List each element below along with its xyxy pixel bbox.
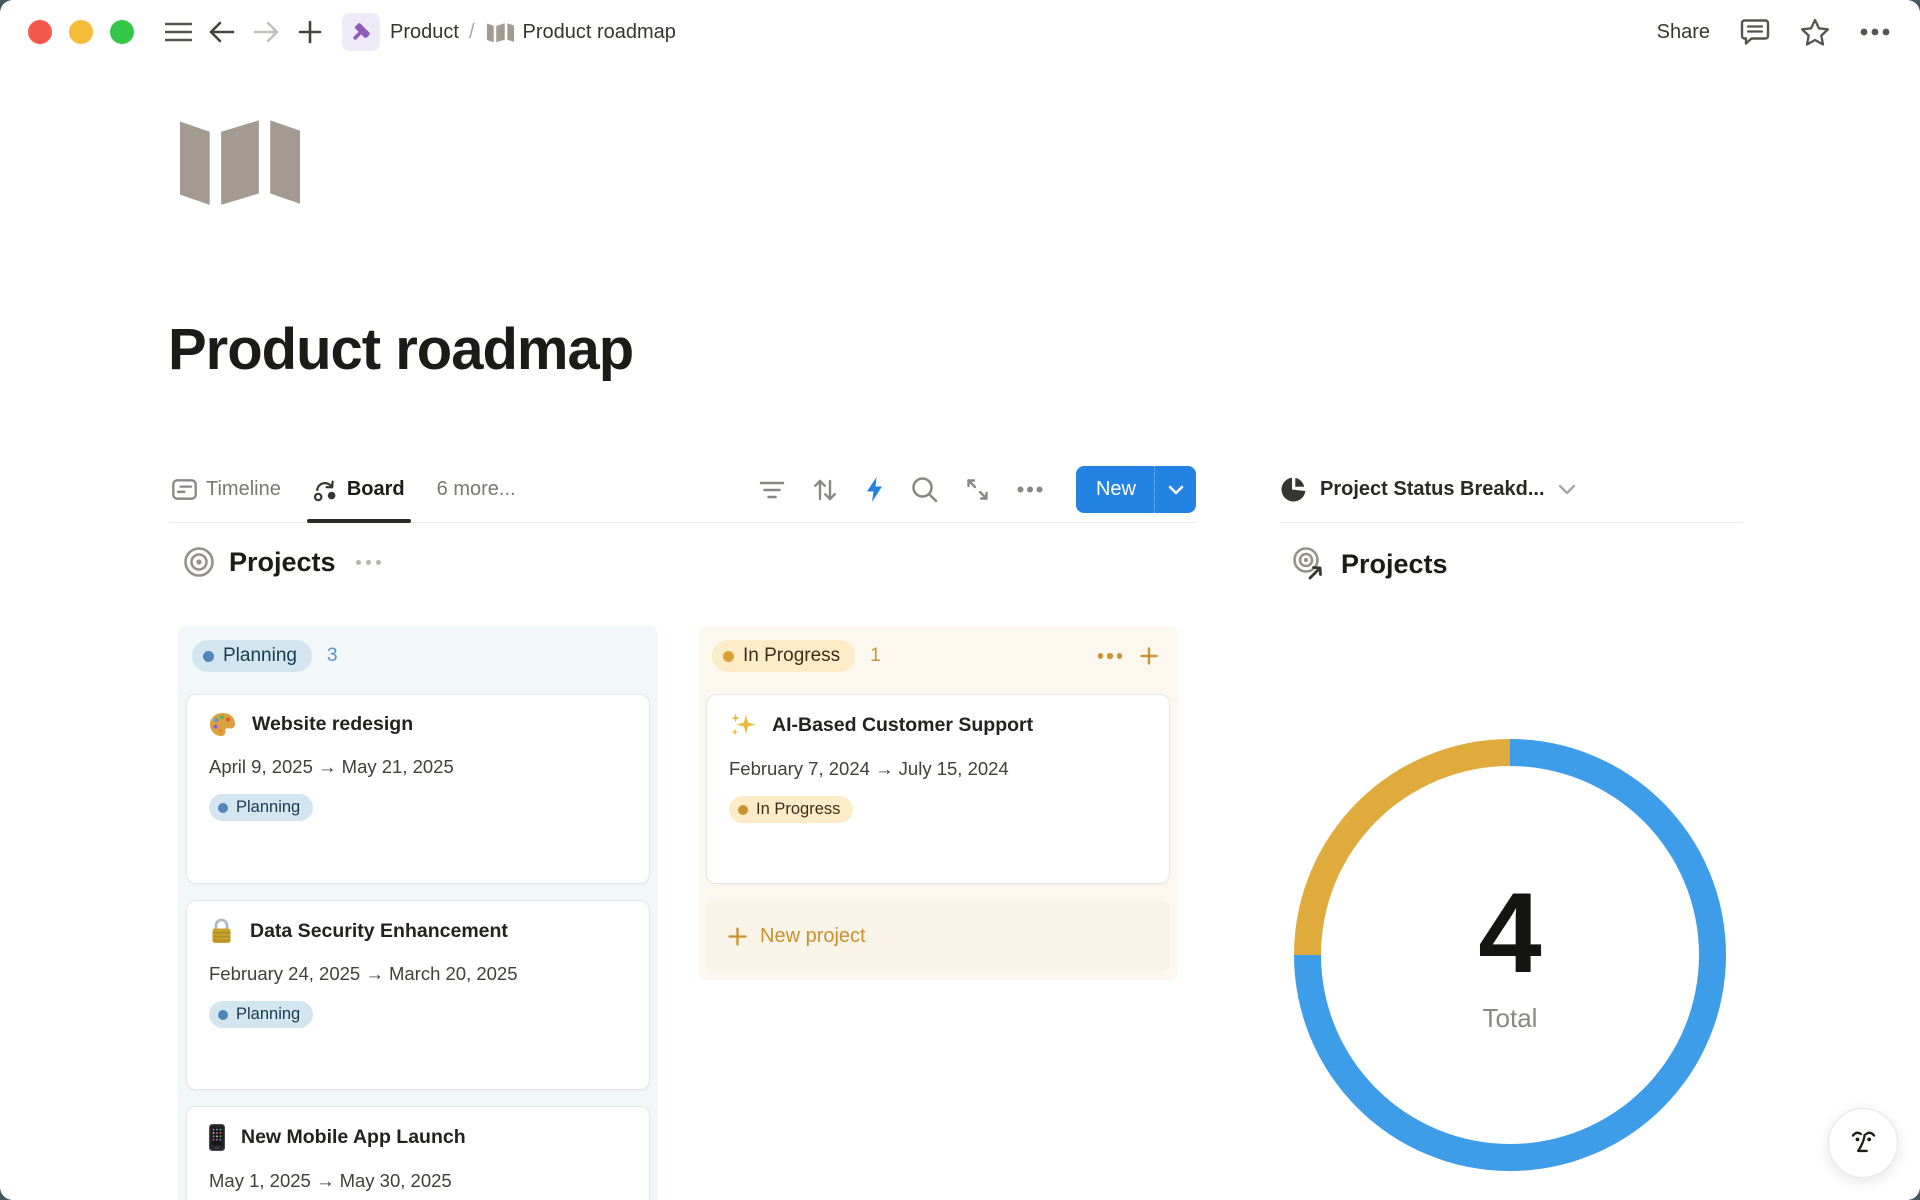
card-website-redesign[interactable]: Website redesign April 9, 2025 → May 21,… (186, 694, 650, 884)
product-workspace-icon[interactable] (342, 13, 380, 51)
status-pill-label: Planning (223, 645, 297, 667)
top-bar-actions: Share (1657, 18, 1890, 47)
zoom-window-button[interactable] (110, 20, 134, 44)
card-data-security[interactable]: Data Security Enhancement February 24, 2… (186, 900, 650, 1090)
status-breakdown-donut-chart[interactable]: 4 Total (1294, 739, 1726, 1171)
tab-timeline-label: Timeline (206, 478, 281, 501)
page-map-icon[interactable] (180, 118, 300, 205)
notion-ai-button[interactable] (1828, 1108, 1898, 1178)
view-options-icon[interactable] (1017, 486, 1043, 493)
minimize-window-button[interactable] (69, 20, 93, 44)
card-mobile-app[interactable]: New Mobile App Launch May 1, 2025 → May … (186, 1106, 650, 1200)
pie-chart-icon (1280, 476, 1307, 503)
new-project-label: New project (760, 925, 866, 948)
close-window-button[interactable] (28, 20, 52, 44)
new-button-chevron-icon[interactable] (1154, 466, 1196, 513)
card-dates: May 1, 2025 → May 30, 2025 (209, 1170, 627, 1192)
lock-icon (209, 918, 234, 944)
status-dot (203, 651, 214, 662)
back-icon[interactable] (204, 14, 240, 50)
mobile-phone-icon (209, 1124, 225, 1151)
menu-icon[interactable] (160, 14, 196, 50)
active-tab-underline (307, 519, 411, 523)
card-status-tag: In Progress (729, 796, 853, 823)
column-options-icon[interactable] (1098, 653, 1123, 659)
plus-icon (728, 927, 747, 946)
breadcrumb-separator: / (469, 21, 475, 44)
card-dates: April 9, 2025 → May 21, 2025 (209, 756, 627, 778)
card-title: Website redesign (252, 713, 413, 736)
map-icon (487, 22, 514, 43)
top-bar: Product / Product roadmap Share (0, 0, 1920, 64)
tab-more-views[interactable]: 6 more... (435, 457, 518, 522)
column-in-progress: In Progress 1 AI-Based Customer Support … (698, 626, 1178, 980)
status-dot (723, 651, 734, 662)
notion-window: Product / Product roadmap Share Product … (0, 0, 1920, 1200)
sparkles-icon (729, 712, 756, 739)
status-pill-label: In Progress (743, 645, 840, 667)
chevron-down-icon[interactable] (1558, 484, 1576, 495)
tab-timeline[interactable]: Timeline (170, 457, 283, 522)
card-status-tag: Planning (209, 794, 313, 821)
share-button[interactable]: Share (1657, 21, 1710, 44)
sort-icon[interactable] (812, 477, 838, 503)
view-tabs-row: Timeline Board 6 more... (170, 457, 1196, 523)
status-pill-planning[interactable]: Planning (192, 640, 312, 672)
tab-board-label: Board (347, 478, 405, 501)
forward-icon[interactable] (248, 14, 284, 50)
linked-target-icon (1291, 546, 1327, 582)
window-controls (28, 20, 134, 44)
page-title[interactable]: Product roadmap (168, 316, 633, 383)
chart-panel-header: Project Status Breakd... (1280, 457, 1742, 523)
chart-section-title[interactable]: Projects (1341, 549, 1448, 580)
board-section-title[interactable]: Projects (229, 547, 336, 578)
comments-icon[interactable] (1740, 18, 1770, 46)
card-title: AI-Based Customer Support (772, 714, 1033, 737)
new-project-button[interactable]: New project (706, 900, 1170, 972)
board-view-icon (313, 478, 338, 502)
tab-board[interactable]: Board (311, 457, 407, 522)
card-ai-support[interactable]: AI-Based Customer Support February 7, 20… (706, 694, 1170, 884)
automations-lightning-icon[interactable] (865, 476, 884, 503)
timeline-view-icon (172, 479, 197, 500)
column-count: 1 (870, 645, 881, 667)
board-section-heading: Projects (183, 546, 381, 578)
expand-icon[interactable] (965, 477, 990, 502)
palette-icon (209, 712, 236, 737)
view-toolbar: New (759, 466, 1196, 513)
card-title: Data Security Enhancement (250, 920, 508, 943)
column-in-progress-header: In Progress 1 (706, 634, 1170, 678)
column-planning-header: Planning 3 (186, 634, 650, 678)
new-tab-icon[interactable] (292, 14, 328, 50)
card-dates: February 24, 2025 → March 20, 2025 (209, 963, 627, 985)
card-title: New Mobile App Launch (241, 1126, 466, 1149)
status-pill-in-progress[interactable]: In Progress (712, 640, 855, 672)
more-options-icon[interactable] (1860, 28, 1890, 36)
ai-face-icon (1845, 1125, 1881, 1161)
column-add-icon[interactable] (1140, 647, 1158, 665)
filter-icon[interactable] (759, 481, 785, 499)
donut-total-label: Total (1483, 1003, 1538, 1034)
chart-section-heading: Projects (1291, 546, 1448, 582)
tab-more-label: 6 more... (437, 478, 516, 501)
new-button[interactable]: New (1076, 466, 1154, 513)
donut-center: 4 Total (1321, 766, 1699, 1144)
card-status-tag: Planning (209, 1001, 313, 1028)
target-icon (183, 546, 215, 578)
search-icon[interactable] (911, 476, 938, 503)
card-dates: February 7, 2024 → July 15, 2024 (729, 758, 1147, 780)
column-planning: Planning 3 Website redesign April 9, 202… (178, 626, 658, 1200)
breadcrumb-root[interactable]: Product (390, 21, 459, 44)
breadcrumb-current[interactable]: Product roadmap (523, 21, 676, 44)
donut-total-value: 4 (1478, 877, 1541, 991)
section-options-icon[interactable] (356, 560, 381, 565)
favorite-star-icon[interactable] (1800, 18, 1830, 47)
column-count: 3 (327, 645, 338, 667)
new-button-group: New (1076, 466, 1196, 513)
chart-panel-title[interactable]: Project Status Breakd... (1320, 478, 1545, 501)
